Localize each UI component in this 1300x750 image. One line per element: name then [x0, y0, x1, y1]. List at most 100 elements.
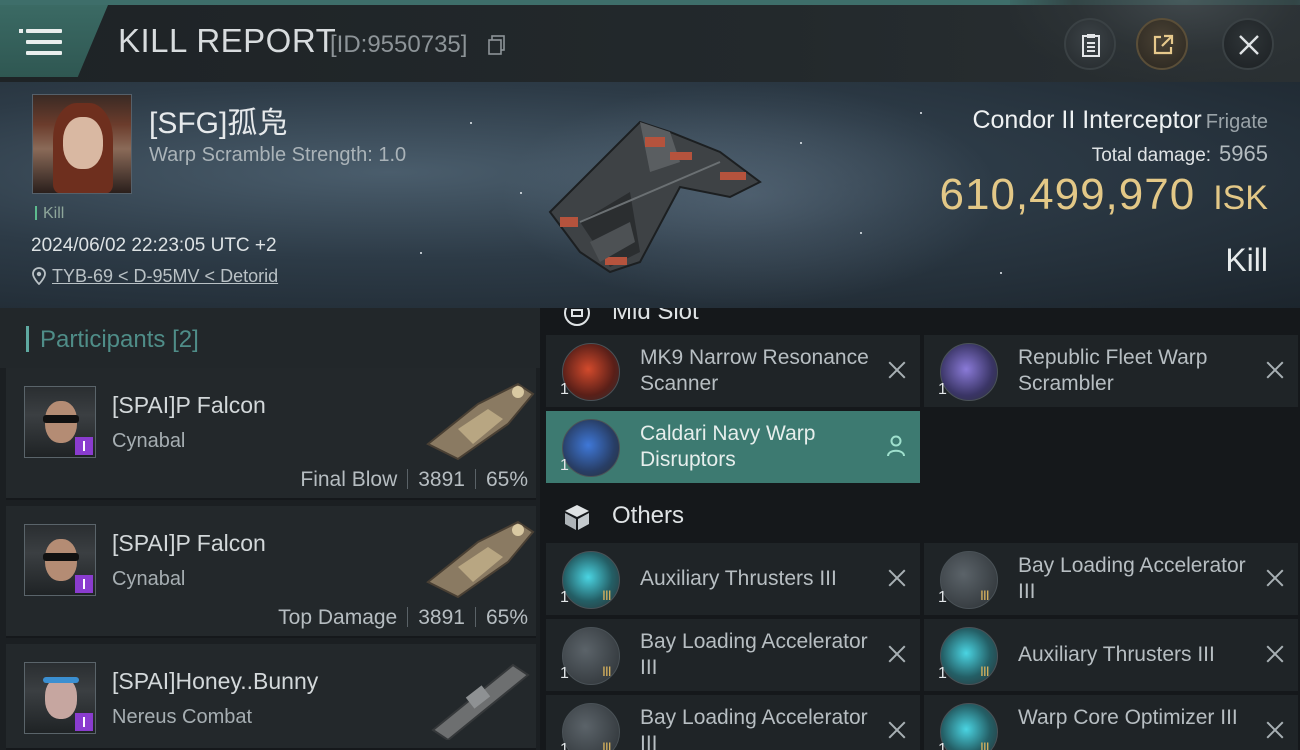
- report-id: [ID:9550735]: [330, 31, 468, 58]
- mid-slot-icon: [564, 308, 590, 326]
- info-badge-icon: [75, 713, 93, 731]
- menu-icon: [19, 29, 62, 57]
- module-name: Bay Loading Accelerator III: [640, 706, 868, 750]
- participant-avatar[interactable]: [24, 662, 96, 734]
- thruster-module-icon: [940, 627, 998, 685]
- info-badge-icon: [75, 575, 93, 593]
- participant-ship-image: [426, 382, 535, 461]
- participant-role: Top Damage: [278, 606, 398, 629]
- participant-name: [SPAI]P Falcon: [112, 530, 266, 556]
- module-slot[interactable]: 1 Republic Fleet Warp Scrambler: [924, 335, 1298, 407]
- participant-row[interactable]: [SPAI]P Falcon Cynabal Top Damage 3891 65%: [6, 506, 536, 638]
- participant-ship-image: [431, 663, 530, 740]
- share-button[interactable]: [1136, 18, 1188, 70]
- module-slot[interactable]: 1 III Warp Core Optimizer III: [924, 695, 1298, 750]
- location-link[interactable]: TYB-69 < D-95MV < Detorid: [52, 266, 278, 286]
- participants-label: Participants: [40, 326, 166, 353]
- participant-percent: 65%: [485, 606, 528, 629]
- isk-unit: ISK: [1213, 179, 1268, 217]
- participant-row[interactable]: [SPAI]P Falcon Cynabal Final Blow 3891 65%: [6, 368, 536, 500]
- module-slot[interactable]: 1 MK9 Narrow Resonance Scanner: [546, 335, 920, 407]
- menu-button[interactable]: [0, 5, 108, 77]
- warp-disruptor-module-icon: [562, 419, 620, 477]
- module-slot[interactable]: 1 Caldari Navy Warp Disruptors: [546, 411, 920, 483]
- destroyed-icon: [1266, 361, 1284, 379]
- module-name: Auxiliary Thrusters III: [1018, 643, 1215, 666]
- module-name: MK9 Narrow Resonance Scanner: [640, 346, 869, 395]
- participant-ship: Cynabal: [112, 430, 186, 452]
- module-name: Republic Fleet Warp Scrambler: [1018, 346, 1208, 395]
- module-name: Bay Loading Accelerator III: [640, 630, 868, 679]
- bay-loader-module-icon: [562, 627, 620, 685]
- participants-count: [2]: [172, 326, 199, 353]
- participant-ship: Nereus Combat: [112, 706, 253, 728]
- bay-loader-module-icon: [940, 551, 998, 609]
- cube-icon: [565, 505, 589, 530]
- location-pin-icon: [32, 267, 46, 285]
- close-button[interactable]: [1222, 18, 1274, 70]
- participant-stats: Top Damage 3891 65%: [278, 606, 528, 630]
- module-name: Auxiliary Thrusters III: [640, 567, 837, 590]
- kill-tag: Kill: [35, 205, 64, 223]
- module-slot[interactable]: 1 III Bay Loading Accelerator III: [546, 619, 920, 691]
- kill-datetime: 2024/06/02 22:23:05 UTC +2: [31, 235, 277, 256]
- scanner-module-icon: [562, 343, 620, 401]
- dropped-person-icon: [887, 435, 905, 457]
- participant-avatar[interactable]: [24, 524, 96, 596]
- clipboard-icon: [1082, 34, 1100, 57]
- participant-damage: 3891: [418, 468, 465, 491]
- participant-damage: 3891: [418, 606, 465, 629]
- victim-name[interactable]: [SFG]孤凫: [149, 98, 287, 142]
- warp-scramble-strength: Warp Scramble Strength: 1.0: [149, 144, 407, 166]
- page-title: KILL REPORT: [118, 22, 337, 59]
- isk-value: 610,499,970: [939, 170, 1196, 219]
- destroyed-icon: [1266, 569, 1284, 587]
- warp-core-module-icon: [940, 703, 998, 750]
- total-damage-value: 5965: [1219, 141, 1268, 166]
- mid-slot-label: Mid Slot: [612, 308, 699, 325]
- victim-summary: [SFG]孤凫 Warp Scramble Strength: 1.0 Kill…: [0, 82, 1300, 308]
- module-slot[interactable]: 1 III Bay Loading Accelerator III: [546, 695, 920, 750]
- victim-ship-model[interactable]: [520, 102, 780, 282]
- fitting-panel: Mid Slot 1 MK9 Narrow Resonance Scanner …: [540, 308, 1300, 750]
- ship-class: Frigate: [1205, 111, 1268, 133]
- participant-ship-image: [426, 520, 535, 599]
- bay-loader-module-icon: [562, 703, 620, 750]
- victim-ship-name[interactable]: Condor II Interceptor Frigate: [972, 106, 1268, 135]
- participant-row[interactable]: [SPAI]Honey..Bunny Nereus Combat: [6, 644, 536, 750]
- total-damage: Total damage: 5965: [1091, 141, 1268, 166]
- others-label: Others: [612, 502, 685, 529]
- module-name: Bay Loading Accelerator III: [1018, 554, 1246, 603]
- victim-portrait[interactable]: [32, 94, 132, 194]
- destroyed-icon: [888, 361, 906, 379]
- warp-scrambler-module-icon: [940, 343, 998, 401]
- module-slot[interactable]: 1 III Auxiliary Thrusters III: [924, 619, 1298, 691]
- thruster-module-icon: [562, 551, 620, 609]
- destroyed-icon: [1266, 645, 1284, 663]
- others-header: Others: [540, 494, 1300, 538]
- participants-header: Participants [2]: [0, 308, 540, 368]
- participants-panel: Participants [2] [SPAI]P Falcon Cynabal …: [0, 308, 540, 750]
- info-badge-icon: [75, 437, 93, 455]
- destroyed-icon: [1266, 721, 1284, 739]
- close-icon: [1239, 35, 1259, 55]
- module-name: Caldari Navy Warp Disruptors: [640, 422, 816, 471]
- module-name: Warp Core Optimizer III: [1018, 706, 1238, 729]
- copy-icon[interactable]: [488, 35, 506, 55]
- participant-avatar[interactable]: [24, 386, 96, 458]
- mid-slot-header: Mid Slot: [540, 308, 1300, 334]
- result-label: Kill: [1225, 242, 1268, 278]
- module-slot[interactable]: 1 III Auxiliary Thrusters III: [546, 543, 920, 615]
- participant-name: [SPAI]Honey..Bunny: [112, 668, 319, 694]
- isk-loss: 610,499,970 ISK: [940, 170, 1269, 220]
- destroyed-icon: [888, 569, 906, 587]
- participant-name: [SPAI]P Falcon: [112, 392, 266, 418]
- destroyed-icon: [888, 721, 906, 739]
- kill-location[interactable]: TYB-69 < D-95MV < Detorid: [32, 266, 278, 287]
- module-slot[interactable]: 1 III Bay Loading Accelerator III: [924, 543, 1298, 615]
- participant-ship: Cynabal: [112, 568, 186, 590]
- participant-stats: Final Blow 3891 65%: [300, 468, 528, 492]
- top-bar: KILL REPORT [ID:9550735]: [0, 0, 1300, 82]
- share-icon: [1153, 34, 1174, 55]
- clipboard-button[interactable]: [1064, 18, 1116, 70]
